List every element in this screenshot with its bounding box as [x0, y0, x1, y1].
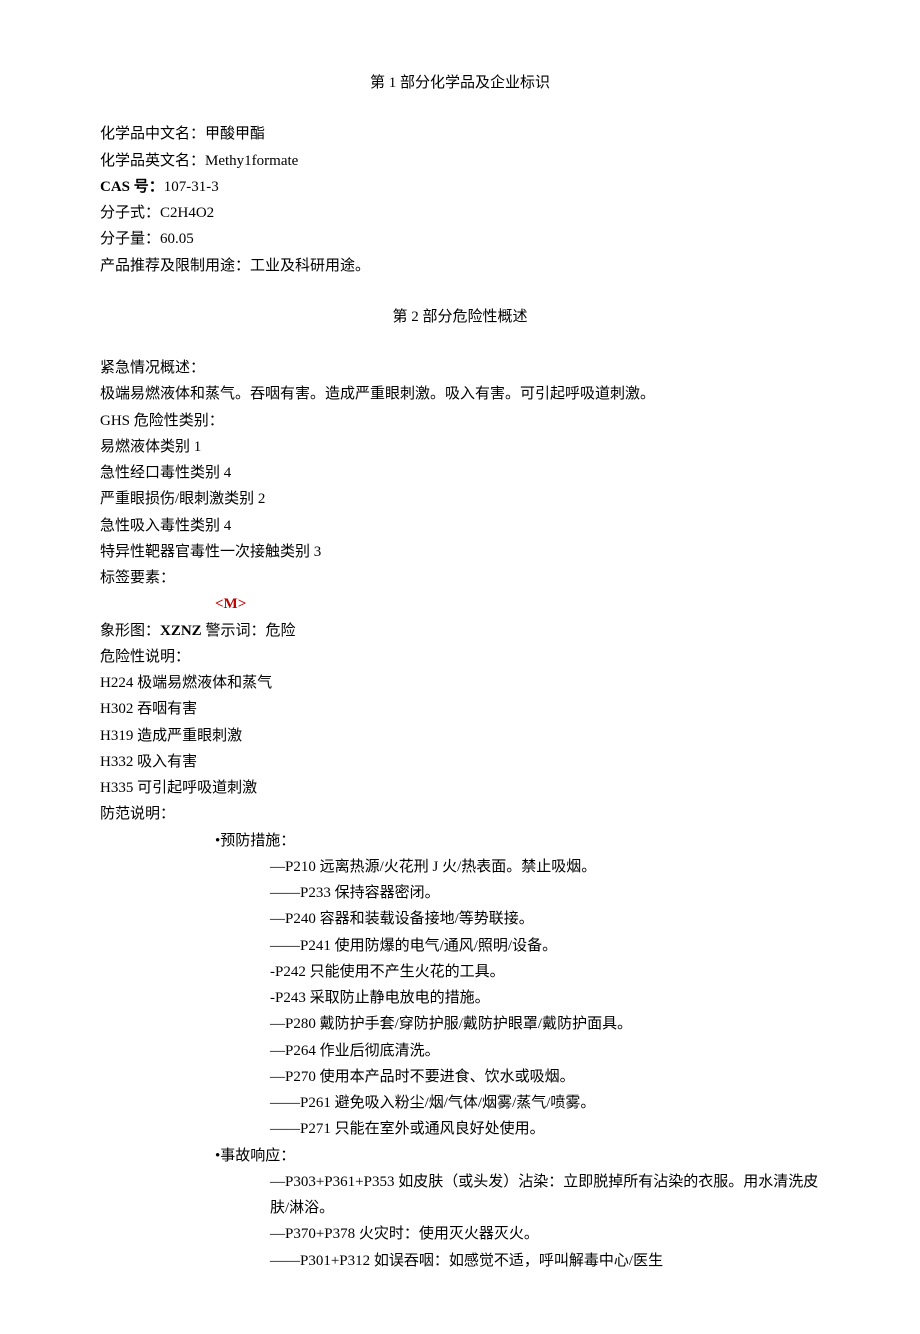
m-tag-text: <M>	[215, 596, 246, 612]
m-tag: <M>	[100, 591, 820, 617]
section-2-body: 紧急情况概述： 极端易燃液体和蒸气。吞咽有害。造成严重眼刺激。吸入有害。可引起呼…	[100, 355, 820, 1274]
prevention-item: ——P241 使用防爆的电气/通风/照明/设备。	[100, 933, 820, 959]
hazard-label: 危险性说明：	[100, 644, 820, 670]
signal-word: 警示词：危险	[202, 623, 296, 639]
prevention-item: —P270 使用本产品时不要进食、饮水或吸烟。	[100, 1064, 820, 1090]
value: 107-31-3	[164, 179, 219, 195]
ghs-cat: 急性吸入毒性类别 4	[100, 513, 820, 539]
ghs-cat: 特异性靶器官毒性一次接触类别 3	[100, 539, 820, 565]
row-usage: 产品推荐及限制用途：工业及科研用途。	[100, 253, 820, 279]
hazard-statement: H302 吞咽有害	[100, 696, 820, 722]
response-item: —P370+P378 火灾时：使用灭火器灭火。	[100, 1221, 820, 1247]
section-2-title: 第 2 部分危险性概述	[100, 304, 820, 330]
label: 产品推荐及限制用途：	[100, 258, 250, 274]
prevention-item: ——P261 避免吸入粉尘/烟/气体/烟雾/蒸气/喷雾。	[100, 1090, 820, 1116]
emergency-label: 紧急情况概述：	[100, 355, 820, 381]
response-item: ——P301+P312 如误吞咽：如感觉不适，呼叫解毒中心/医生	[100, 1248, 820, 1274]
prevention-item: —P280 戴防护手套/穿防护服/戴防护眼罩/戴防护面具。	[100, 1011, 820, 1037]
emergency-text: 极端易燃液体和蒸气。吞咽有害。造成严重眼刺激。吸入有害。可引起呼吸道刺激。	[100, 381, 820, 407]
pictogram-prefix: 象形图：	[100, 623, 160, 639]
ghs-cat: 易燃液体类别 1	[100, 434, 820, 460]
hazard-statement: H332 吸入有害	[100, 749, 820, 775]
hazard-statement: H224 极端易燃液体和蒸气	[100, 670, 820, 696]
label: 化学品中文名：	[100, 126, 205, 142]
value: Methy1formate	[205, 153, 298, 169]
label-elements: 标签要素：	[100, 565, 820, 591]
prevention-item: ——P233 保持容器密闭。	[100, 880, 820, 906]
row-cn-name: 化学品中文名：甲酸甲酯	[100, 121, 820, 147]
section-1-body: 化学品中文名：甲酸甲酯 化学品英文名：Methy1formate CAS 号：1…	[100, 121, 820, 279]
label: 分子量：	[100, 231, 160, 247]
ghs-cat: 严重眼损伤/眼刺激类别 2	[100, 486, 820, 512]
prevention-item: -P242 只能使用不产生火花的工具。	[100, 959, 820, 985]
prevention-item: —P240 容器和装载设备接地/等势联接。	[100, 906, 820, 932]
prevention-header: •预防措施：	[100, 828, 820, 854]
response-item: —P303+P361+P353 如皮肤（或头发）沾染：立即脱掉所有沾染的衣服。用…	[100, 1169, 820, 1222]
pictogram-code: XZNZ	[160, 623, 202, 639]
label: 分子式：	[100, 205, 160, 221]
hazard-statement: H319 造成严重眼刺激	[100, 723, 820, 749]
ghs-label: GHS 危险性类别：	[100, 408, 820, 434]
prevention-item: -P243 采取防止静电放电的措施。	[100, 985, 820, 1011]
section-1-title: 第 1 部分化学品及企业标识	[100, 70, 820, 96]
pictogram-row: 象形图：XZNZ 警示词：危险	[100, 618, 820, 644]
value: 甲酸甲酯	[205, 126, 265, 142]
row-cas: CAS 号：107-31-3	[100, 174, 820, 200]
value: C2H4O2	[160, 205, 214, 221]
value: 工业及科研用途。	[250, 258, 370, 274]
row-formula: 分子式：C2H4O2	[100, 200, 820, 226]
ghs-cat: 急性经口毒性类别 4	[100, 460, 820, 486]
prevention-item: —P210 远离热源/火花刑 J 火/热表面。禁止吸烟。	[100, 854, 820, 880]
prevention-item: ——P271 只能在室外或通风良好处使用。	[100, 1116, 820, 1142]
value: 60.05	[160, 231, 194, 247]
response-header: •事故响应：	[100, 1143, 820, 1169]
row-weight: 分子量：60.05	[100, 226, 820, 252]
label: CAS 号：	[100, 179, 164, 195]
row-en-name: 化学品英文名：Methy1formate	[100, 148, 820, 174]
prevention-item: —P264 作业后彻底清洗。	[100, 1038, 820, 1064]
label: 化学品英文名：	[100, 153, 205, 169]
hazard-statement: H335 可引起呼吸道刺激	[100, 775, 820, 801]
precaution-label: 防范说明：	[100, 801, 820, 827]
